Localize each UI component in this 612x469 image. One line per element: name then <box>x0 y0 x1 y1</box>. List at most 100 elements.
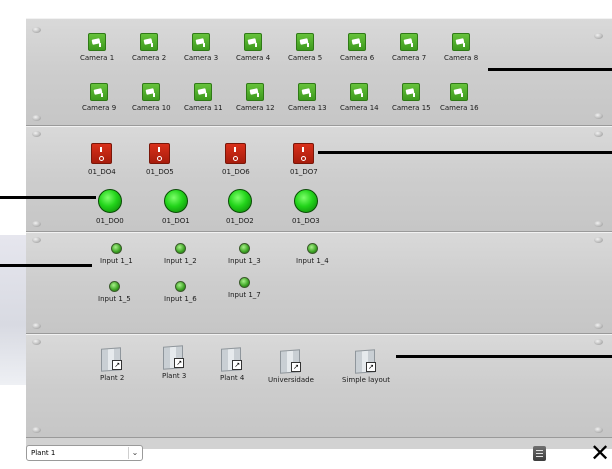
camera-label: Camera 7 <box>392 54 427 62</box>
lamp-do0[interactable]: 01_DO0 <box>96 189 124 226</box>
screw <box>594 113 603 119</box>
lamp-label: 01_DO3 <box>292 217 320 225</box>
output-switch-do7[interactable]: 01_DO7 <box>290 143 318 177</box>
camera-label: Camera 13 <box>288 104 327 112</box>
camera-label: Camera 9 <box>82 104 117 112</box>
input-indicator-7: Input 1_7 <box>228 277 261 300</box>
camera-2[interactable]: Camera 2 <box>132 33 166 63</box>
camera-7[interactable]: Camera 7 <box>392 33 426 63</box>
screw <box>32 27 41 33</box>
input-label: Input 1_1 <box>100 257 133 265</box>
camera-11[interactable]: Camera 11 <box>184 83 223 113</box>
layouts-panel: ↗ Plant 2 ↗ Plant 3 ↗ Plant 4 ↗ Universidade… <box>26 334 612 438</box>
camera-icon <box>140 33 159 51</box>
output-switch-do5[interactable]: 01_DO5 <box>146 143 174 177</box>
led-icon <box>110 243 122 254</box>
camera-8[interactable]: Camera 8 <box>444 33 478 63</box>
camera-icon <box>452 33 471 51</box>
screw <box>32 115 41 121</box>
input-indicator-2: Input 1_2 <box>164 243 197 266</box>
input-label: Input 1_5 <box>98 295 131 303</box>
background-strip <box>0 235 26 385</box>
layout-link-plant-2[interactable]: ↗ Plant 2 <box>100 347 124 383</box>
led-icon <box>174 281 186 292</box>
camera-3[interactable]: Camera 3 <box>184 33 218 63</box>
camera-10[interactable]: Camera 10 <box>132 83 171 113</box>
layout-label: Plant 2 <box>100 374 125 382</box>
cameras-panel: Camera 1 Camera 2 Camera 3 Camera 4 Came… <box>26 18 612 126</box>
camera-icon <box>88 33 107 51</box>
layout-label: Simple layout <box>342 376 390 384</box>
camera-label: Camera 6 <box>340 54 375 62</box>
camera-12[interactable]: Camera 12 <box>236 83 275 113</box>
lamp-do1[interactable]: 01_DO1 <box>162 189 190 226</box>
layout-label: Universidade <box>268 376 314 384</box>
input-indicator-4: Input 1_4 <box>296 243 329 266</box>
input-indicator-3: Input 1_3 <box>228 243 261 266</box>
screw <box>32 427 41 433</box>
lamp-label: 01_DO2 <box>226 217 254 225</box>
led-icon <box>174 243 186 254</box>
close-icon[interactable]: ✕ <box>589 441 611 465</box>
lamp-on-icon <box>97 189 122 213</box>
input-label: Input 1_2 <box>164 257 197 265</box>
screw <box>594 323 603 329</box>
screw <box>594 427 603 433</box>
led-icon <box>306 243 318 254</box>
camera-label: Camera 1 <box>80 54 115 62</box>
power-switch-icon <box>149 143 171 164</box>
camera-label: Camera 10 <box>132 104 171 112</box>
plant-select-value: Plant 1 <box>31 449 56 457</box>
camera-label: Camera 5 <box>288 54 323 62</box>
annotation-line <box>0 196 96 199</box>
camera-label: Camera 15 <box>392 104 431 112</box>
camera-icon <box>348 33 367 51</box>
camera-14[interactable]: Camera 14 <box>340 83 379 113</box>
screw <box>32 131 41 137</box>
map-shortcut-icon: ↗ <box>279 349 303 374</box>
camera-icon <box>402 83 421 101</box>
camera-label: Camera 16 <box>440 104 479 112</box>
camera-5[interactable]: Camera 5 <box>288 33 322 63</box>
output-label: 01_DO4 <box>88 168 116 176</box>
camera-label: Camera 8 <box>444 54 479 62</box>
camera-9[interactable]: Camera 9 <box>82 83 116 113</box>
camera-label: Camera 11 <box>184 104 223 112</box>
led-icon <box>238 243 250 254</box>
map-shortcut-icon: ↗ <box>220 347 244 372</box>
layout-link-plant-3[interactable]: ↗ Plant 3 <box>162 345 186 381</box>
camera-icon <box>350 83 369 101</box>
outputs-panel: 01_DO4 01_DO5 01_DO6 01_DO7 01_DO0 01_DO… <box>26 126 612 232</box>
camera-label: Camera 2 <box>132 54 167 62</box>
layout-label: Plant 4 <box>220 374 245 382</box>
screw <box>32 339 41 345</box>
camera-13[interactable]: Camera 13 <box>288 83 327 113</box>
camera-label: Camera 3 <box>184 54 219 62</box>
camera-6[interactable]: Camera 6 <box>340 33 374 63</box>
camera-label: Camera 14 <box>340 104 379 112</box>
lamp-label: 01_DO1 <box>162 217 190 225</box>
output-label: 01_DO5 <box>146 168 174 176</box>
plant-select[interactable]: Plant 1 ⌄ <box>26 445 143 461</box>
layout-label: Plant 3 <box>162 372 187 380</box>
notes-icon[interactable] <box>533 446 546 461</box>
lamp-do3[interactable]: 01_DO3 <box>292 189 320 226</box>
camera-icon <box>400 33 419 51</box>
camera-15[interactable]: Camera 15 <box>392 83 431 113</box>
output-switch-do6[interactable]: 01_DO6 <box>222 143 250 177</box>
layout-link-universidade[interactable]: ↗ Universidade <box>268 349 314 385</box>
camera-1[interactable]: Camera 1 <box>80 33 114 63</box>
camera-icon <box>192 33 211 51</box>
camera-icon <box>246 83 265 101</box>
screw <box>32 323 41 329</box>
layout-link-simple-layout[interactable]: ↗ Simple layout <box>342 349 390 385</box>
output-switch-do4[interactable]: 01_DO4 <box>88 143 116 177</box>
layout-link-plant-4[interactable]: ↗ Plant 4 <box>220 347 244 383</box>
input-indicator-6: Input 1_6 <box>164 281 197 304</box>
camera-16[interactable]: Camera 16 <box>440 83 479 113</box>
camera-4[interactable]: Camera 4 <box>236 33 270 63</box>
screw <box>594 131 603 137</box>
lamp-do2[interactable]: 01_DO2 <box>226 189 254 226</box>
screw <box>594 221 603 227</box>
output-label: 01_DO7 <box>290 168 318 176</box>
